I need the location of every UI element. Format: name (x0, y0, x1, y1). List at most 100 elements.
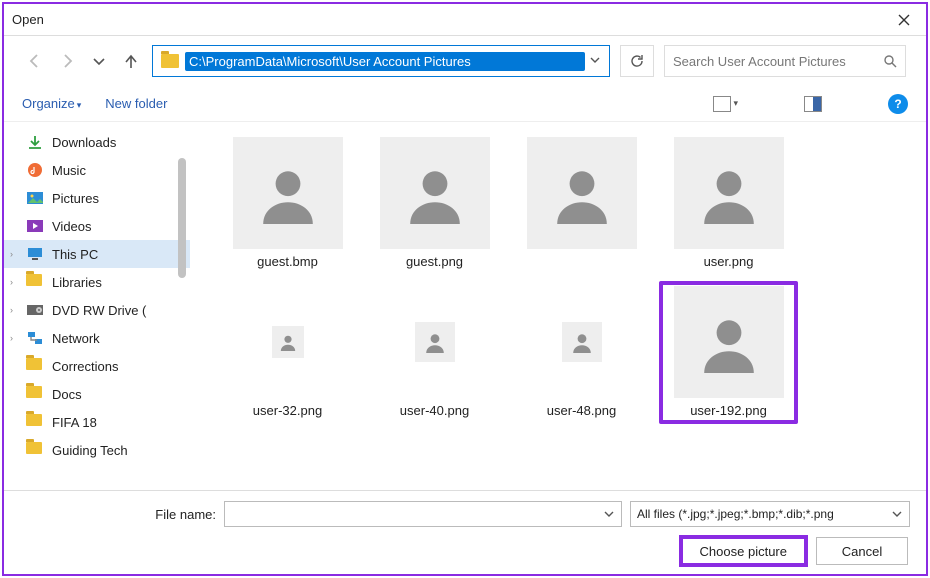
tree-item-music[interactable]: Music (4, 156, 190, 184)
folder-icon (26, 274, 44, 290)
dialog-body: Downloads Music Pictures Videos ›This PC›Lib… (4, 122, 926, 490)
avatar-placeholder-icon (562, 322, 602, 362)
folder-icon (26, 442, 44, 458)
search-icon (883, 54, 897, 68)
tree-item-pictures[interactable]: Pictures (4, 184, 190, 212)
expand-chevron-icon[interactable]: › (10, 277, 13, 287)
navigation-tree[interactable]: Downloads Music Pictures Videos ›This PC›Lib… (4, 122, 190, 490)
button-row: Choose picture Cancel (20, 537, 910, 565)
tree-item-libraries[interactable]: ›Libraries (4, 268, 190, 296)
tree-item-label: Pictures (52, 191, 99, 206)
tree-item-dvd-rw-drive[interactable]: › DVD RW Drive ( (4, 296, 190, 324)
disc-icon (26, 302, 44, 318)
tree-item-label: Music (52, 163, 86, 178)
organize-label: Organize (22, 96, 75, 111)
cancel-button[interactable]: Cancel (816, 537, 908, 565)
refresh-button[interactable] (620, 45, 654, 77)
tree-item-label: Corrections (52, 359, 118, 374)
file-item[interactable]: user-40.png (367, 283, 502, 422)
expand-chevron-icon[interactable]: › (10, 249, 13, 259)
tree-item-downloads[interactable]: Downloads (4, 128, 190, 156)
help-button[interactable]: ? (888, 94, 908, 114)
view-options-button[interactable]: ▾ (713, 96, 738, 112)
file-item[interactable]: user-48.png (514, 283, 649, 422)
chevron-down-icon (603, 508, 615, 520)
file-name: user-48.png (547, 403, 616, 418)
videos-icon (26, 218, 44, 234)
avatar-placeholder-icon (674, 286, 784, 398)
refresh-icon (629, 53, 645, 69)
tree-item-guiding-tech[interactable]: Guiding Tech (4, 436, 190, 464)
filetype-filter[interactable]: All files (*.jpg;*.jpeg;*.bmp;*.dib;*.pn… (630, 501, 910, 527)
expand-chevron-icon[interactable]: › (10, 305, 13, 315)
back-button[interactable] (24, 50, 46, 72)
new-folder-button[interactable]: New folder (105, 96, 167, 111)
file-name: user-32.png (253, 403, 322, 418)
avatar-placeholder-icon (233, 137, 343, 249)
tree-item-label: Downloads (52, 135, 116, 150)
title-bar: Open (4, 4, 926, 36)
file-item[interactable]: guest.png (367, 134, 502, 273)
download-icon (26, 134, 44, 150)
arrow-right-icon (58, 52, 76, 70)
tree-item-label: DVD RW Drive ( (52, 303, 146, 318)
file-item[interactable]: user-192.png (661, 283, 796, 422)
close-button[interactable] (882, 4, 926, 36)
file-name: user-192.png (690, 403, 767, 418)
pc-icon (26, 246, 44, 262)
address-history-chevron[interactable] (585, 54, 605, 69)
tree-item-corrections[interactable]: Corrections (4, 352, 190, 380)
filename-row: File name: All files (*.jpg;*.jpeg;*.bmp… (20, 501, 910, 527)
arrow-up-icon (122, 52, 140, 70)
file-item[interactable]: user-32.png (220, 283, 355, 422)
file-item[interactable]: guest.bmp (220, 134, 355, 273)
close-icon (898, 14, 910, 26)
tree-item-label: FIFA 18 (52, 415, 97, 430)
avatar-placeholder-icon (272, 326, 304, 358)
square-icon (713, 96, 731, 112)
tree-item-label: Docs (52, 387, 82, 402)
chevron-down-icon (91, 53, 107, 69)
file-thumbnail (527, 287, 637, 397)
preview-pane-button[interactable] (804, 96, 822, 112)
tree-item-videos[interactable]: Videos (4, 212, 190, 240)
file-thumbnail (674, 138, 784, 248)
search-placeholder: Search User Account Pictures (673, 54, 883, 69)
address-bar[interactable]: C:\ProgramData\Microsoft\User Account Pi… (152, 45, 610, 77)
file-thumbnail (674, 287, 784, 397)
organize-menu[interactable]: Organize▾ (22, 96, 81, 111)
file-item[interactable] (514, 134, 649, 273)
filename-label: File name: (20, 507, 216, 522)
tree-item-network[interactable]: ›Network (4, 324, 190, 352)
avatar-placeholder-icon (415, 322, 455, 362)
tree-item-docs[interactable]: Docs (4, 380, 190, 408)
filename-combobox[interactable] (224, 501, 622, 527)
tree-item-this-pc[interactable]: ›This PC (4, 240, 190, 268)
up-button[interactable] (120, 50, 142, 72)
tree-item-fifa-18[interactable]: FIFA 18 (4, 408, 190, 436)
chevron-down-icon: ▾ (733, 98, 738, 109)
filter-label: All files (*.jpg;*.jpeg;*.bmp;*.dib;*.pn… (637, 507, 891, 521)
preview-pane-icon (804, 96, 822, 112)
search-input[interactable]: Search User Account Pictures (664, 45, 906, 77)
file-name: user-40.png (400, 403, 469, 418)
file-thumbnail (527, 138, 637, 248)
network-icon (26, 330, 44, 346)
tree-item-label: Videos (52, 219, 92, 234)
chevron-down-icon (589, 54, 601, 66)
window-title: Open (12, 12, 44, 27)
open-file-dialog: Open C:\ProgramData\Microsoft\User Accou… (2, 2, 928, 576)
forward-button[interactable] (56, 50, 78, 72)
pictures-icon (26, 190, 44, 206)
choose-picture-button[interactable]: Choose picture (681, 537, 806, 565)
avatar-placeholder-icon (527, 137, 637, 249)
folder-icon (26, 358, 44, 374)
file-item[interactable]: user.png (661, 134, 796, 273)
navigation-bar: C:\ProgramData\Microsoft\User Account Pi… (4, 36, 926, 86)
file-list[interactable]: guest.bmpguest.png user.png user-32.png use… (190, 122, 926, 490)
file-name: user.png (704, 254, 754, 269)
expand-chevron-icon[interactable]: › (10, 333, 13, 343)
folder-icon (26, 414, 44, 430)
file-thumbnail (233, 138, 343, 248)
recent-locations-button[interactable] (88, 50, 110, 72)
